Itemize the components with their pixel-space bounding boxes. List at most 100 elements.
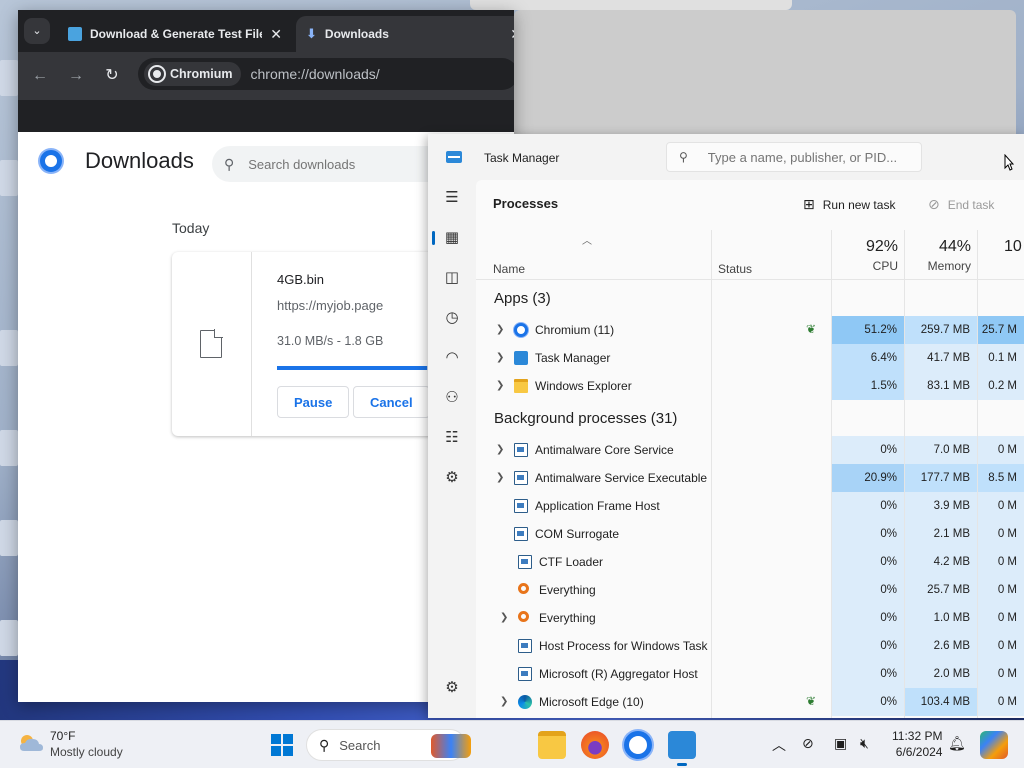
startup-apps-icon[interactable]: ◠ (442, 348, 462, 368)
display-icon[interactable]: ▣ (834, 735, 847, 752)
memory-cell: 2.6 MB (905, 632, 977, 660)
cancel-button[interactable]: Cancel (353, 386, 430, 418)
cpu-cell: 0% (832, 660, 904, 688)
table-row[interactable]: ❯ Antimalware Core Service 0% 7.0 MB 0 M (476, 436, 1024, 464)
cpu-cell: 0% (832, 576, 904, 604)
chevron-right-icon[interactable]: ❯ (496, 472, 504, 483)
reload-icon[interactable]: ↻ (100, 64, 124, 88)
start-button-windows-icon[interactable] (271, 734, 293, 756)
users-icon[interactable]: ⚇ (442, 388, 462, 408)
table-row[interactable]: ❯ Antimalware Service Executable 20.9% 1… (476, 464, 1024, 492)
details-icon[interactable]: ☷ (442, 428, 462, 448)
memory-cell: 4.2 MB (905, 548, 977, 576)
table-row[interactable]: COM Surrogate 0% 2.1 MB 0 M (476, 520, 1024, 548)
table-row[interactable]: ❯ Chromium (11) ❦ 51.2% 259.7 MB 25.7 M (476, 316, 1024, 344)
desktop-icon[interactable] (0, 620, 18, 656)
cpu-cell: 0% (832, 436, 904, 464)
clock-time: 11:32 PM (892, 729, 943, 743)
column-memory[interactable]: 44% Memory (905, 238, 971, 273)
tab-downloads[interactable]: ⬇ Downloads ✕ (296, 16, 514, 52)
panel-header: Processes ⊞ Run new task ⊘ End task (476, 180, 1024, 230)
table-row[interactable]: ❯ Everything 0% 1.0 MB 0 M (476, 604, 1024, 632)
chromium-icon (150, 67, 164, 81)
pause-button[interactable]: Pause (277, 386, 350, 418)
end-task-button[interactable]: ⊘ End task (928, 196, 994, 213)
forward-icon[interactable]: → (64, 64, 88, 88)
background-window[interactable] (470, 0, 792, 10)
weather-temperature[interactable]: 70°F (50, 729, 75, 743)
site-info-chip[interactable]: Chromium (144, 62, 241, 86)
file-source-url[interactable]: https://myjob.page (277, 298, 383, 313)
task-manager-icon (446, 151, 462, 163)
everything-search-icon (518, 583, 529, 594)
weather-description[interactable]: Mostly cloudy (50, 745, 123, 759)
memory-cell: 1.0 MB (905, 604, 977, 632)
processes-icon[interactable]: ▦ (432, 228, 462, 248)
hamburger-menu-icon[interactable]: ☰ (442, 188, 462, 208)
table-row[interactable]: Application Frame Host 0% 3.9 MB 0 M (476, 492, 1024, 520)
task-manager-taskbar-icon[interactable] (668, 731, 696, 766)
copilot-icon[interactable] (980, 731, 1008, 759)
file-name[interactable]: 4GB.bin (277, 272, 324, 287)
address-bar[interactable]: Chromium chrome://downloads/ (138, 58, 514, 90)
settings-icon[interactable]: ⚙ (442, 678, 462, 698)
tab-download-generate[interactable]: Download & Generate Test File ✕ (58, 16, 292, 52)
service-icon (514, 471, 528, 485)
chevron-right-icon[interactable]: ❯ (500, 696, 508, 707)
desktop-icon[interactable] (0, 430, 18, 466)
desktop-icon[interactable] (0, 520, 18, 556)
desktop-icon[interactable] (0, 160, 18, 196)
table-row[interactable]: CTF Loader 0% 4.2 MB 0 M (476, 548, 1024, 576)
memory-cell: 177.7 MB (905, 464, 977, 492)
file-explorer-icon[interactable] (538, 731, 566, 759)
process-search[interactable]: ⚲ (666, 142, 922, 172)
disk-cell: 8.5 M (978, 464, 1024, 492)
table-row[interactable]: Microsoft (R) Aggregator Host 0% 2.0 MB … (476, 660, 1024, 688)
notification-bell-icon[interactable]: 🔔︎ (948, 735, 966, 752)
desktop-icon[interactable] (0, 330, 18, 366)
services-icon[interactable]: ⚙ (442, 468, 462, 488)
table-row[interactable]: Everything 0% 25.7 MB 0 M (476, 576, 1024, 604)
search-input[interactable] (248, 156, 449, 172)
firefox-icon[interactable] (581, 731, 609, 759)
table-row[interactable]: Host Process for Windows Task 0% 2.6 MB … (476, 632, 1024, 660)
chromium-taskbar-icon[interactable] (624, 731, 652, 759)
run-new-task-button[interactable]: ⊞ Run new task (803, 196, 895, 213)
table-row[interactable]: ❯ Windows Explorer 1.5% 83.1 MB 0.2 M (476, 372, 1024, 400)
background-window[interactable] (514, 10, 1016, 134)
search-input[interactable] (707, 149, 908, 165)
table-row[interactable]: ❯ Microsoft Edge (10) ❦ 0% 103.4 MB 0 M (476, 688, 1024, 716)
column-cpu[interactable]: 92% CPU (832, 238, 898, 273)
chevron-right-icon[interactable]: ❯ (496, 380, 504, 391)
chevron-up-icon[interactable]: ︿ (772, 735, 786, 755)
app-history-icon[interactable]: ◷ (442, 308, 462, 328)
network-disconnected-icon[interactable]: ⊘ (802, 735, 814, 752)
tab-search-button[interactable]: ⌄ (24, 18, 50, 44)
disk-cell: 0 M (978, 548, 1024, 576)
close-icon[interactable]: ✕ (510, 26, 514, 43)
system-clock[interactable]: 11:32 PM 6/6/2024 (892, 728, 942, 760)
close-icon[interactable]: ✕ (270, 26, 282, 43)
back-icon[interactable]: ← (28, 64, 52, 88)
search-highlight-icon (431, 734, 471, 758)
taskbar-search[interactable]: ⚲ Search (306, 729, 471, 761)
group-header-apps: Apps (3) (476, 280, 1024, 316)
column-status[interactable]: Status (718, 262, 752, 276)
process-name: Application Frame Host (535, 499, 660, 513)
cpu-cell: 0% (832, 604, 904, 632)
cpu-cell: 51.2% (832, 316, 904, 344)
performance-icon[interactable]: ◫ (442, 268, 462, 288)
chevron-right-icon[interactable]: ❯ (500, 612, 508, 623)
chevron-right-icon[interactable]: ❯ (496, 444, 504, 455)
chevron-right-icon[interactable]: ❯ (496, 324, 504, 335)
table-row[interactable]: ❯ Task Manager 6.4% 41.7 MB 0.1 M (476, 344, 1024, 372)
desktop-icon[interactable] (0, 60, 18, 96)
process-name: COM Surrogate (535, 527, 620, 541)
column-name[interactable]: Name (493, 262, 525, 276)
cloud-icon[interactable] (18, 733, 44, 753)
memory-cell: 3.9 MB (905, 492, 977, 520)
cpu-cell: 1.5% (832, 372, 904, 400)
column-disk[interactable]: 10 (1004, 238, 1024, 256)
chevron-right-icon[interactable]: ❯ (496, 352, 504, 363)
volume-muted-icon[interactable]: 🔇︎ (860, 735, 869, 752)
